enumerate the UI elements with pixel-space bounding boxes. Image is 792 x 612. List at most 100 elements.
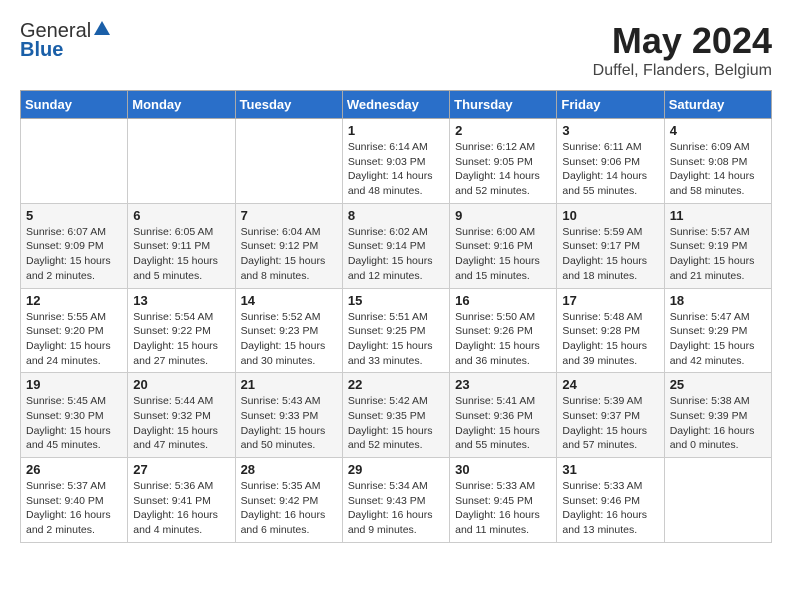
title-section: May 2024 Duffel, Flanders, Belgium: [593, 20, 772, 80]
day-number: 3: [562, 123, 658, 138]
day-info: Sunrise: 5:39 AMSunset: 9:37 PMDaylight:…: [562, 394, 658, 453]
month-year-title: May 2024: [593, 20, 772, 62]
day-number: 9: [455, 208, 551, 223]
day-of-week-header: Monday: [128, 91, 235, 119]
calendar-day-cell: 17 Sunrise: 5:48 AMSunset: 9:28 PMDayligh…: [557, 288, 664, 373]
calendar-week-row: 26 Sunrise: 5:37 AMSunset: 9:40 PMDayligh…: [21, 458, 772, 543]
day-info: Sunrise: 6:11 AMSunset: 9:06 PMDaylight:…: [562, 140, 658, 199]
day-info: Sunrise: 6:05 AMSunset: 9:11 PMDaylight:…: [133, 225, 229, 284]
day-number: 8: [348, 208, 444, 223]
day-number: 30: [455, 462, 551, 477]
day-info: Sunrise: 5:51 AMSunset: 9:25 PMDaylight:…: [348, 310, 444, 369]
calendar-week-row: 5 Sunrise: 6:07 AMSunset: 9:09 PMDaylight…: [21, 203, 772, 288]
calendar-day-cell: 9 Sunrise: 6:00 AMSunset: 9:16 PMDaylight…: [450, 203, 557, 288]
calendar-day-cell: 14 Sunrise: 5:52 AMSunset: 9:23 PMDayligh…: [235, 288, 342, 373]
calendar-day-cell: 12Sunrise: 5:55 AMSunset: 9:20 PMDayligh…: [21, 288, 128, 373]
calendar-day-cell: 20 Sunrise: 5:44 AMSunset: 9:32 PMDayligh…: [128, 373, 235, 458]
calendar-day-cell: 11 Sunrise: 5:57 AMSunset: 9:19 PMDayligh…: [664, 203, 771, 288]
calendar-day-cell: 18Sunrise: 5:47 AMSunset: 9:29 PMDayligh…: [664, 288, 771, 373]
day-number: 18: [670, 293, 766, 308]
day-info: Sunrise: 6:07 AMSunset: 9:09 PMDaylight:…: [26, 225, 122, 284]
day-number: 4: [670, 123, 766, 138]
calendar-week-row: 12Sunrise: 5:55 AMSunset: 9:20 PMDayligh…: [21, 288, 772, 373]
day-number: 22: [348, 377, 444, 392]
calendar-day-cell: 25 Sunrise: 5:38 AMSunset: 9:39 PMDayligh…: [664, 373, 771, 458]
day-number: 11: [670, 208, 766, 223]
day-number: 29: [348, 462, 444, 477]
day-info: Sunrise: 6:14 AMSunset: 9:03 PMDaylight:…: [348, 140, 444, 199]
day-info: Sunrise: 5:33 AMSunset: 9:45 PMDaylight:…: [455, 479, 551, 538]
day-number: 25: [670, 377, 766, 392]
calendar-day-cell: [664, 458, 771, 543]
calendar-day-cell: 8 Sunrise: 6:02 AMSunset: 9:14 PMDaylight…: [342, 203, 449, 288]
day-number: 23: [455, 377, 551, 392]
day-info: Sunrise: 5:34 AMSunset: 9:43 PMDaylight:…: [348, 479, 444, 538]
day-number: 17: [562, 293, 658, 308]
calendar-day-cell: 30 Sunrise: 5:33 AMSunset: 9:45 PMDayligh…: [450, 458, 557, 543]
day-number: 19: [26, 377, 122, 392]
calendar-day-cell: 10Sunrise: 5:59 AMSunset: 9:17 PMDayligh…: [557, 203, 664, 288]
calendar-day-cell: 15Sunrise: 5:51 AMSunset: 9:25 PMDayligh…: [342, 288, 449, 373]
day-number: 1: [348, 123, 444, 138]
calendar-header-row: SundayMondayTuesdayWednesdayThursdayFrid…: [21, 91, 772, 119]
day-of-week-header: Wednesday: [342, 91, 449, 119]
day-info: Sunrise: 5:33 AMSunset: 9:46 PMDaylight:…: [562, 479, 658, 538]
logo-blue-text: Blue: [20, 39, 63, 62]
day-info: Sunrise: 5:41 AMSunset: 9:36 PMDaylight:…: [455, 394, 551, 453]
day-number: 20: [133, 377, 229, 392]
logo: General Blue: [20, 20, 110, 62]
day-info: Sunrise: 6:02 AMSunset: 9:14 PMDaylight:…: [348, 225, 444, 284]
day-info: Sunrise: 5:57 AMSunset: 9:19 PMDaylight:…: [670, 225, 766, 284]
day-number: 10: [562, 208, 658, 223]
day-info: Sunrise: 5:43 AMSunset: 9:33 PMDaylight:…: [241, 394, 337, 453]
day-info: Sunrise: 5:37 AMSunset: 9:40 PMDaylight:…: [26, 479, 122, 538]
calendar-day-cell: 31 Sunrise: 5:33 AMSunset: 9:46 PMDayligh…: [557, 458, 664, 543]
location-subtitle: Duffel, Flanders, Belgium: [593, 62, 772, 80]
calendar-day-cell: [21, 119, 128, 204]
day-info: Sunrise: 5:48 AMSunset: 9:28 PMDaylight:…: [562, 310, 658, 369]
day-number: 21: [241, 377, 337, 392]
day-number: 26: [26, 462, 122, 477]
day-number: 7: [241, 208, 337, 223]
day-info: Sunrise: 5:44 AMSunset: 9:32 PMDaylight:…: [133, 394, 229, 453]
day-number: 27: [133, 462, 229, 477]
calendar-day-cell: 3 Sunrise: 6:11 AMSunset: 9:06 PMDaylight…: [557, 119, 664, 204]
day-of-week-header: Friday: [557, 91, 664, 119]
day-of-week-header: Tuesday: [235, 91, 342, 119]
day-info: Sunrise: 5:38 AMSunset: 9:39 PMDaylight:…: [670, 394, 766, 453]
calendar-day-cell: 26 Sunrise: 5:37 AMSunset: 9:40 PMDayligh…: [21, 458, 128, 543]
day-info: Sunrise: 5:52 AMSunset: 9:23 PMDaylight:…: [241, 310, 337, 369]
calendar-day-cell: 23 Sunrise: 5:41 AMSunset: 9:36 PMDayligh…: [450, 373, 557, 458]
day-number: 31: [562, 462, 658, 477]
day-number: 12: [26, 293, 122, 308]
day-number: 5: [26, 208, 122, 223]
day-number: 16: [455, 293, 551, 308]
page-header: General Blue May 2024 Duffel, Flanders, …: [20, 20, 772, 80]
calendar-day-cell: 5 Sunrise: 6:07 AMSunset: 9:09 PMDaylight…: [21, 203, 128, 288]
calendar-day-cell: [128, 119, 235, 204]
day-number: 28: [241, 462, 337, 477]
day-number: 6: [133, 208, 229, 223]
day-info: Sunrise: 5:35 AMSunset: 9:42 PMDaylight:…: [241, 479, 337, 538]
calendar-day-cell: 24Sunrise: 5:39 AMSunset: 9:37 PMDayligh…: [557, 373, 664, 458]
day-info: Sunrise: 6:04 AMSunset: 9:12 PMDaylight:…: [241, 225, 337, 284]
day-number: 2: [455, 123, 551, 138]
calendar-week-row: 19 Sunrise: 5:45 AMSunset: 9:30 PMDayligh…: [21, 373, 772, 458]
calendar-day-cell: 29 Sunrise: 5:34 AMSunset: 9:43 PMDayligh…: [342, 458, 449, 543]
calendar-day-cell: 19 Sunrise: 5:45 AMSunset: 9:30 PMDayligh…: [21, 373, 128, 458]
calendar-day-cell: 16Sunrise: 5:50 AMSunset: 9:26 PMDayligh…: [450, 288, 557, 373]
day-of-week-header: Thursday: [450, 91, 557, 119]
day-of-week-header: Saturday: [664, 91, 771, 119]
day-info: Sunrise: 5:54 AMSunset: 9:22 PMDaylight:…: [133, 310, 229, 369]
day-info: Sunrise: 5:45 AMSunset: 9:30 PMDaylight:…: [26, 394, 122, 453]
day-info: Sunrise: 6:00 AMSunset: 9:16 PMDaylight:…: [455, 225, 551, 284]
calendar-day-cell: 13Sunrise: 5:54 AMSunset: 9:22 PMDayligh…: [128, 288, 235, 373]
day-info: Sunrise: 5:42 AMSunset: 9:35 PMDaylight:…: [348, 394, 444, 453]
day-number: 14: [241, 293, 337, 308]
day-of-week-header: Sunday: [21, 91, 128, 119]
day-info: Sunrise: 6:09 AMSunset: 9:08 PMDaylight:…: [670, 140, 766, 199]
day-info: Sunrise: 5:36 AMSunset: 9:41 PMDaylight:…: [133, 479, 229, 538]
calendar-day-cell: 22 Sunrise: 5:42 AMSunset: 9:35 PMDayligh…: [342, 373, 449, 458]
calendar-day-cell: 2Sunrise: 6:12 AMSunset: 9:05 PMDaylight…: [450, 119, 557, 204]
calendar-table: SundayMondayTuesdayWednesdayThursdayFrid…: [20, 90, 772, 543]
